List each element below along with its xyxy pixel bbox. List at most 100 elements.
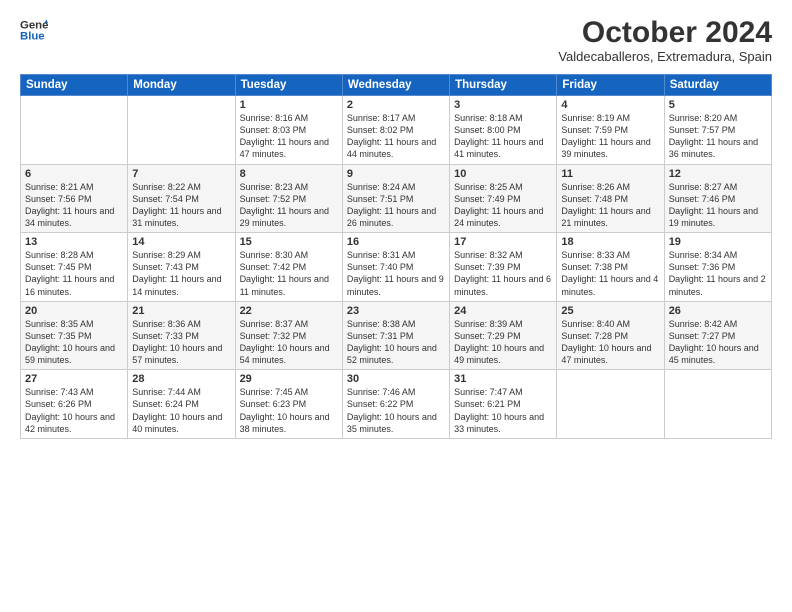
day-cell — [128, 96, 235, 165]
day-detail: Sunrise: 8:16 AM Sunset: 8:03 PM Dayligh… — [240, 112, 338, 161]
day-cell: 26Sunrise: 8:42 AM Sunset: 7:27 PM Dayli… — [664, 301, 771, 370]
day-cell: 16Sunrise: 8:31 AM Sunset: 7:40 PM Dayli… — [342, 233, 449, 302]
header-friday: Friday — [557, 75, 664, 96]
day-cell: 30Sunrise: 7:46 AM Sunset: 6:22 PM Dayli… — [342, 370, 449, 439]
day-number: 5 — [669, 99, 767, 111]
day-cell: 21Sunrise: 8:36 AM Sunset: 7:33 PM Dayli… — [128, 301, 235, 370]
week-row-4: 27Sunrise: 7:43 AM Sunset: 6:26 PM Dayli… — [21, 370, 772, 439]
day-detail: Sunrise: 8:23 AM Sunset: 7:52 PM Dayligh… — [240, 181, 338, 230]
day-cell — [21, 96, 128, 165]
day-detail: Sunrise: 8:17 AM Sunset: 8:02 PM Dayligh… — [347, 112, 445, 161]
day-detail: Sunrise: 7:46 AM Sunset: 6:22 PM Dayligh… — [347, 386, 445, 435]
day-number: 21 — [132, 305, 230, 317]
day-detail: Sunrise: 8:24 AM Sunset: 7:51 PM Dayligh… — [347, 181, 445, 230]
day-detail: Sunrise: 8:36 AM Sunset: 7:33 PM Dayligh… — [132, 318, 230, 367]
day-detail: Sunrise: 8:33 AM Sunset: 7:38 PM Dayligh… — [561, 249, 659, 298]
day-number: 6 — [25, 168, 123, 180]
day-number: 2 — [347, 99, 445, 111]
day-detail: Sunrise: 8:19 AM Sunset: 7:59 PM Dayligh… — [561, 112, 659, 161]
day-number: 23 — [347, 305, 445, 317]
day-number: 18 — [561, 236, 659, 248]
day-number: 25 — [561, 305, 659, 317]
day-number: 9 — [347, 168, 445, 180]
day-cell: 17Sunrise: 8:32 AM Sunset: 7:39 PM Dayli… — [450, 233, 557, 302]
day-detail: Sunrise: 8:26 AM Sunset: 7:48 PM Dayligh… — [561, 181, 659, 230]
logo: General Blue — [20, 16, 48, 44]
day-cell: 2Sunrise: 8:17 AM Sunset: 8:02 PM Daylig… — [342, 96, 449, 165]
svg-text:General: General — [20, 19, 48, 31]
day-number: 12 — [669, 168, 767, 180]
day-cell: 10Sunrise: 8:25 AM Sunset: 7:49 PM Dayli… — [450, 164, 557, 233]
week-row-2: 13Sunrise: 8:28 AM Sunset: 7:45 PM Dayli… — [21, 233, 772, 302]
day-cell: 18Sunrise: 8:33 AM Sunset: 7:38 PM Dayli… — [557, 233, 664, 302]
day-number: 24 — [454, 305, 552, 317]
day-detail: Sunrise: 8:35 AM Sunset: 7:35 PM Dayligh… — [25, 318, 123, 367]
day-number: 13 — [25, 236, 123, 248]
day-cell: 5Sunrise: 8:20 AM Sunset: 7:57 PM Daylig… — [664, 96, 771, 165]
title-block: October 2024 Valdecaballeros, Extremadur… — [558, 16, 772, 64]
day-number: 14 — [132, 236, 230, 248]
day-detail: Sunrise: 8:20 AM Sunset: 7:57 PM Dayligh… — [669, 112, 767, 161]
day-detail: Sunrise: 8:22 AM Sunset: 7:54 PM Dayligh… — [132, 181, 230, 230]
week-row-1: 6Sunrise: 8:21 AM Sunset: 7:56 PM Daylig… — [21, 164, 772, 233]
day-cell: 19Sunrise: 8:34 AM Sunset: 7:36 PM Dayli… — [664, 233, 771, 302]
month-title: October 2024 — [558, 16, 772, 49]
day-detail: Sunrise: 8:40 AM Sunset: 7:28 PM Dayligh… — [561, 318, 659, 367]
day-cell: 20Sunrise: 8:35 AM Sunset: 7:35 PM Dayli… — [21, 301, 128, 370]
day-detail: Sunrise: 8:32 AM Sunset: 7:39 PM Dayligh… — [454, 249, 552, 298]
day-cell: 27Sunrise: 7:43 AM Sunset: 6:26 PM Dayli… — [21, 370, 128, 439]
header-saturday: Saturday — [664, 75, 771, 96]
day-detail: Sunrise: 7:47 AM Sunset: 6:21 PM Dayligh… — [454, 386, 552, 435]
day-detail: Sunrise: 8:30 AM Sunset: 7:42 PM Dayligh… — [240, 249, 338, 298]
day-cell: 8Sunrise: 8:23 AM Sunset: 7:52 PM Daylig… — [235, 164, 342, 233]
day-detail: Sunrise: 8:42 AM Sunset: 7:27 PM Dayligh… — [669, 318, 767, 367]
header-sunday: Sunday — [21, 75, 128, 96]
week-row-3: 20Sunrise: 8:35 AM Sunset: 7:35 PM Dayli… — [21, 301, 772, 370]
day-number: 16 — [347, 236, 445, 248]
day-number: 4 — [561, 99, 659, 111]
header-wednesday: Wednesday — [342, 75, 449, 96]
day-cell: 1Sunrise: 8:16 AM Sunset: 8:03 PM Daylig… — [235, 96, 342, 165]
logo-icon: General Blue — [20, 16, 48, 44]
day-number: 20 — [25, 305, 123, 317]
header: General Blue October 2024 Valdecaballero… — [20, 16, 772, 64]
day-number: 8 — [240, 168, 338, 180]
day-cell: 14Sunrise: 8:29 AM Sunset: 7:43 PM Dayli… — [128, 233, 235, 302]
header-tuesday: Tuesday — [235, 75, 342, 96]
day-detail: Sunrise: 8:27 AM Sunset: 7:46 PM Dayligh… — [669, 181, 767, 230]
day-detail: Sunrise: 8:37 AM Sunset: 7:32 PM Dayligh… — [240, 318, 338, 367]
day-detail: Sunrise: 7:43 AM Sunset: 6:26 PM Dayligh… — [25, 386, 123, 435]
day-detail: Sunrise: 8:25 AM Sunset: 7:49 PM Dayligh… — [454, 181, 552, 230]
day-detail: Sunrise: 7:44 AM Sunset: 6:24 PM Dayligh… — [132, 386, 230, 435]
week-row-0: 1Sunrise: 8:16 AM Sunset: 8:03 PM Daylig… — [21, 96, 772, 165]
day-cell: 12Sunrise: 8:27 AM Sunset: 7:46 PM Dayli… — [664, 164, 771, 233]
day-detail: Sunrise: 8:28 AM Sunset: 7:45 PM Dayligh… — [25, 249, 123, 298]
day-cell: 13Sunrise: 8:28 AM Sunset: 7:45 PM Dayli… — [21, 233, 128, 302]
day-number: 7 — [132, 168, 230, 180]
weekday-header-row: Sunday Monday Tuesday Wednesday Thursday… — [21, 75, 772, 96]
day-cell: 31Sunrise: 7:47 AM Sunset: 6:21 PM Dayli… — [450, 370, 557, 439]
day-cell: 6Sunrise: 8:21 AM Sunset: 7:56 PM Daylig… — [21, 164, 128, 233]
subtitle: Valdecaballeros, Extremadura, Spain — [558, 49, 772, 64]
page: General Blue October 2024 Valdecaballero… — [0, 0, 792, 612]
day-number: 29 — [240, 373, 338, 385]
day-cell: 24Sunrise: 8:39 AM Sunset: 7:29 PM Dayli… — [450, 301, 557, 370]
day-cell: 11Sunrise: 8:26 AM Sunset: 7:48 PM Dayli… — [557, 164, 664, 233]
day-number: 22 — [240, 305, 338, 317]
day-cell: 9Sunrise: 8:24 AM Sunset: 7:51 PM Daylig… — [342, 164, 449, 233]
day-number: 10 — [454, 168, 552, 180]
day-detail: Sunrise: 7:45 AM Sunset: 6:23 PM Dayligh… — [240, 386, 338, 435]
day-cell: 22Sunrise: 8:37 AM Sunset: 7:32 PM Dayli… — [235, 301, 342, 370]
day-number: 19 — [669, 236, 767, 248]
day-number: 11 — [561, 168, 659, 180]
day-number: 3 — [454, 99, 552, 111]
day-cell: 28Sunrise: 7:44 AM Sunset: 6:24 PM Dayli… — [128, 370, 235, 439]
day-detail: Sunrise: 8:18 AM Sunset: 8:00 PM Dayligh… — [454, 112, 552, 161]
day-cell: 4Sunrise: 8:19 AM Sunset: 7:59 PM Daylig… — [557, 96, 664, 165]
day-number: 31 — [454, 373, 552, 385]
day-cell: 23Sunrise: 8:38 AM Sunset: 7:31 PM Dayli… — [342, 301, 449, 370]
day-cell: 25Sunrise: 8:40 AM Sunset: 7:28 PM Dayli… — [557, 301, 664, 370]
calendar: Sunday Monday Tuesday Wednesday Thursday… — [20, 74, 772, 439]
day-number: 30 — [347, 373, 445, 385]
day-cell: 7Sunrise: 8:22 AM Sunset: 7:54 PM Daylig… — [128, 164, 235, 233]
